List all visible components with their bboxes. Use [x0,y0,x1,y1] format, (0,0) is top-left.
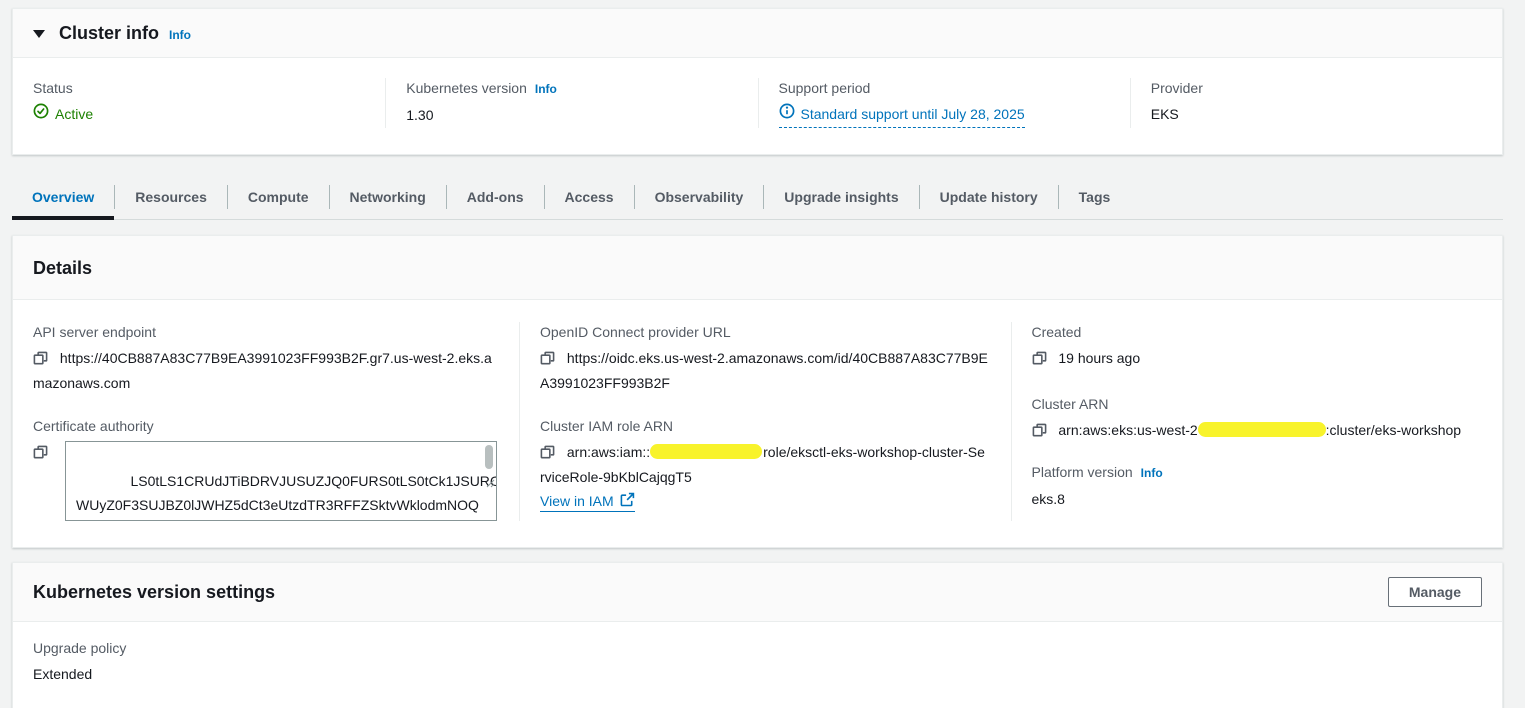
platform-version-value: eks.8 [1032,488,1481,510]
details-card: Details API server endpoint https://40CB… [12,235,1503,548]
manage-button[interactable]: Manage [1388,577,1482,607]
kubernetes-version-settings-body: Upgrade policy Extended [13,622,1502,708]
info-circle-icon [779,103,795,125]
copy-icon[interactable] [1032,353,1051,369]
copy-icon[interactable] [540,447,559,463]
tab-networking[interactable]: Networking [330,175,446,219]
cluster-iam-role-arn-field: Cluster IAM role ARN arn:aws:iam::role/e… [540,416,989,512]
certificate-authority-label: Certificate authority [33,416,497,436]
tab-compute[interactable]: Compute [228,175,329,219]
provider-column: Provider EKS [1130,78,1502,128]
upgrade-policy-label: Upgrade policy [33,638,1482,658]
tab-update-history[interactable]: Update history [920,175,1058,219]
cluster-info-title: Cluster info [59,23,159,44]
cluster-tabs: Overview Resources Compute Networking Ad… [12,175,1503,220]
tab-observability[interactable]: Observability [635,175,764,219]
kubernetes-version-label: Kubernetes versionInfo [406,78,735,99]
api-server-endpoint-label: API server endpoint [33,322,497,342]
tab-add-ons[interactable]: Add-ons [447,175,544,219]
support-period-value: Standard support until July 28, 2025 [779,103,1108,128]
copy-icon[interactable] [1032,425,1051,441]
openid-connect-url-label: OpenID Connect provider URL [540,322,989,342]
cluster-arn-value: arn:aws:eks:us-west-2:cluster/eks-worksh… [1032,419,1481,444]
copy-icon[interactable] [33,353,52,369]
certificate-authority-textarea[interactable]: LS0tLS1CRUdJTiBDRVJUSUZJQ0FURS0tLS0tCk1J… [65,441,497,521]
redacted-account-id [650,444,762,459]
tab-upgrade-insights[interactable]: Upgrade insights [764,175,918,219]
view-in-iam-link[interactable]: View in IAM [540,492,635,512]
details-header: Details [13,236,1502,300]
tab-tags[interactable]: Tags [1059,175,1131,219]
kubernetes-version-settings-header: Kubernetes version settings Manage [13,563,1502,622]
platform-version-label: Platform versionInfo [1032,462,1481,483]
openid-connect-url-field: OpenID Connect provider URL https://oidc… [540,322,989,394]
status-value: Active [33,103,363,125]
cluster-info-header: Cluster info Info [13,9,1502,58]
api-server-endpoint-field: API server endpoint https://40CB887A83C7… [33,322,497,394]
details-body: API server endpoint https://40CB887A83C7… [13,300,1502,547]
kubernetes-version-settings-card: Kubernetes version settings Manage Upgra… [12,562,1503,708]
kubernetes-version-settings-title: Kubernetes version settings [33,582,275,603]
status-column: Status Active [13,78,385,128]
support-period-label: Support period [779,78,1108,98]
collapse-caret-icon[interactable] [33,30,45,38]
support-period-column: Support period Standard support until Ju… [758,78,1130,128]
cluster-arn-label: Cluster ARN [1032,394,1481,414]
cluster-info-summary: Status Active Kubernetes versionInfo 1.3… [13,58,1502,154]
eks-cluster-overview-page: Cluster info Info Status Active Kubernet… [12,0,1503,708]
cluster-iam-role-arn-value: arn:aws:iam::role/eksctl-eks-workshop-cl… [540,441,989,488]
status-text: Active [55,103,93,125]
created-value: 19 hours ago [1032,347,1481,372]
details-column-1: API server endpoint https://40CB887A83C7… [13,322,519,521]
created-label: Created [1032,322,1481,342]
details-column-3: Created 19 hours ago Cluster ARN arn:aws… [1011,322,1503,521]
kubernetes-version-value: 1.30 [406,104,735,126]
copy-icon[interactable] [33,445,48,463]
created-field: Created 19 hours ago [1032,322,1481,372]
openid-connect-url-value: https://oidc.eks.us-west-2.amazonaws.com… [540,347,989,394]
copy-icon[interactable] [540,353,559,369]
provider-label: Provider [1151,78,1480,98]
api-server-endpoint-value: https://40CB887A83C77B9EA3991023FF993B2F… [33,347,497,394]
tab-access[interactable]: Access [545,175,634,219]
redacted-account-id [1198,422,1326,437]
kubernetes-version-column: Kubernetes versionInfo 1.30 [385,78,757,128]
provider-value: EKS [1151,103,1480,125]
cluster-iam-role-arn-label: Cluster IAM role ARN [540,416,989,436]
status-label: Status [33,78,363,98]
platform-version-field: Platform versionInfo eks.8 [1032,462,1481,510]
details-title: Details [33,258,92,279]
resize-handle-icon[interactable] [424,447,495,519]
details-column-2: OpenID Connect provider URL https://oidc… [519,322,1011,521]
platform-version-info-link[interactable]: Info [1141,466,1163,480]
external-link-icon [620,492,635,510]
cluster-info-card: Cluster info Info Status Active Kubernet… [12,8,1503,155]
upgrade-policy-value: Extended [33,663,1482,685]
check-circle-icon [33,103,49,125]
tab-overview[interactable]: Overview [12,175,114,219]
cluster-arn-field: Cluster ARN arn:aws:eks:us-west-2:cluste… [1032,394,1481,444]
tab-resources[interactable]: Resources [115,175,227,219]
kubernetes-version-info-link[interactable]: Info [535,82,557,96]
support-period-popover-link[interactable]: Standard support until July 28, 2025 [779,103,1025,128]
cluster-info-info-link[interactable]: Info [169,28,191,42]
certificate-authority-field: Certificate authority LS0tLS1CRUdJTiBDRV… [33,416,497,521]
